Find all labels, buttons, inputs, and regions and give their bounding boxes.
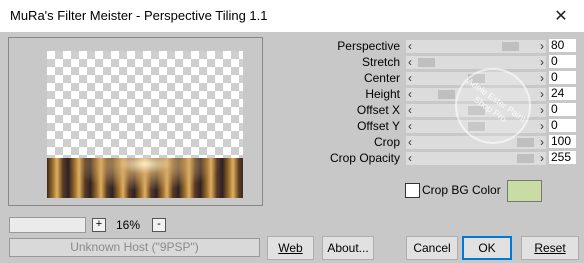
param-value-field[interactable]: 24 <box>549 87 576 100</box>
chevron-right-icon[interactable]: › <box>540 71 544 85</box>
reset-button[interactable]: Reset <box>521 236 579 260</box>
chevron-right-icon[interactable]: › <box>540 55 544 69</box>
chevron-left-icon[interactable]: ‹ <box>408 71 412 85</box>
crop-bg-color-label: Crop BG Color <box>422 183 501 197</box>
crop-bg-color-swatch[interactable] <box>507 180 542 202</box>
web-button[interactable]: Web <box>267 236 314 260</box>
slider-thumb[interactable] <box>502 42 519 51</box>
param-label: Perspective <box>337 39 400 53</box>
param-value-field[interactable]: 0 <box>549 119 576 132</box>
zoom-level: 16% <box>115 218 141 232</box>
filter-dialog: MuRa's Filter Meister - Perspective Tili… <box>0 0 584 263</box>
param-value-field[interactable]: 80 <box>549 39 576 52</box>
zoom-in-button[interactable]: + <box>92 218 106 232</box>
chevron-right-icon[interactable]: › <box>540 103 544 117</box>
param-slider[interactable]: ‹ › <box>406 151 546 165</box>
param-label: Offset Y <box>357 119 400 133</box>
host-status: Unknown Host ("9PSP") <box>9 238 260 257</box>
chevron-left-icon[interactable]: ‹ <box>408 55 412 69</box>
watermark-text: Adele Ester Paint Shop Pro <box>465 76 528 125</box>
ok-button[interactable]: OK <box>462 236 512 260</box>
param-value-field[interactable]: 0 <box>549 55 576 68</box>
chevron-left-icon[interactable]: ‹ <box>408 135 412 149</box>
web-button-label: Web <box>278 241 303 255</box>
param-label: Center <box>363 71 400 85</box>
zoom-slider-track[interactable] <box>9 217 86 233</box>
reset-button-label: Reset <box>534 241 566 255</box>
window-title: MuRa's Filter Meister - Perspective Tili… <box>10 8 268 23</box>
close-icon[interactable]: ✕ <box>538 0 584 32</box>
param-value-field[interactable]: 0 <box>549 103 576 116</box>
slider-thumb[interactable] <box>418 58 435 67</box>
title-bar: MuRa's Filter Meister - Perspective Tili… <box>0 0 584 32</box>
cancel-button[interactable]: Cancel <box>406 236 458 260</box>
slider-thumb[interactable] <box>517 138 534 147</box>
chevron-left-icon[interactable]: ‹ <box>408 103 412 117</box>
tiled-perspective-preview <box>47 158 243 198</box>
param-value-field[interactable]: 255 <box>549 151 576 164</box>
param-label: Stretch <box>361 55 400 69</box>
watermark-seal: Adele Ester Paint Shop Pro <box>455 68 531 144</box>
preview-panel <box>8 37 263 206</box>
chevron-left-icon[interactable]: ‹ <box>408 151 412 165</box>
param-slider[interactable]: ‹ › <box>406 39 546 53</box>
preview-image[interactable] <box>47 51 243 198</box>
chevron-right-icon[interactable]: › <box>540 151 544 165</box>
param-value-field[interactable]: 100 <box>549 135 576 148</box>
chevron-left-icon[interactable]: ‹ <box>408 119 412 133</box>
chevron-left-icon[interactable]: ‹ <box>408 87 412 101</box>
param-label: Height <box>365 87 400 101</box>
chevron-right-icon[interactable]: › <box>540 87 544 101</box>
chevron-right-icon[interactable]: › <box>540 135 544 149</box>
about-button[interactable]: About... <box>322 236 374 260</box>
param-slider[interactable]: ‹ › <box>406 55 546 69</box>
chevron-right-icon[interactable]: › <box>540 39 544 53</box>
chevron-right-icon[interactable]: › <box>540 119 544 133</box>
slider-thumb[interactable] <box>438 90 455 99</box>
crop-bg-color-checkbox[interactable] <box>405 183 420 198</box>
param-label: Offset X <box>356 103 400 117</box>
zoom-out-button[interactable]: - <box>152 218 166 232</box>
param-label: Crop <box>373 135 400 149</box>
chevron-left-icon[interactable]: ‹ <box>408 39 412 53</box>
param-label: Crop Opacity <box>329 151 400 165</box>
slider-thumb[interactable] <box>517 154 534 163</box>
param-value-field[interactable]: 0 <box>549 71 576 84</box>
